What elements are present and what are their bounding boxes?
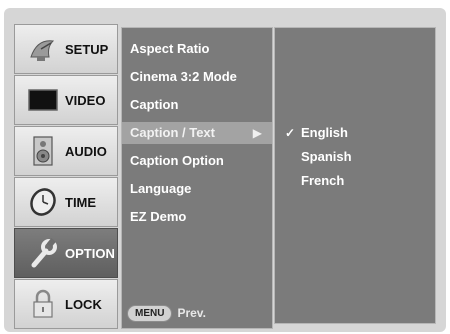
menu-item-caption[interactable]: Caption [122,94,272,116]
speaker-icon [25,135,61,167]
option-menu-panel: Aspect Ratio Cinema 3:2 Mode Caption Cap… [121,27,273,329]
tab-label: TIME [65,194,97,210]
menu-item-aspect-ratio[interactable]: Aspect Ratio [122,38,272,60]
menu-item-language[interactable]: Language [122,178,272,200]
prev-bar: MENU Prev. [121,302,273,324]
submenu-arrow-icon: ▶ [252,126,262,140]
clock-icon [25,186,61,218]
tab-video[interactable]: VIDEO [14,75,118,125]
padlock-icon [25,288,61,320]
tab-label: SETUP [65,41,109,57]
tab-label: OPTION [65,245,115,261]
tab-audio[interactable]: AUDIO [14,126,118,176]
caption-text-submenu: ✓ English Spanish French [274,27,436,324]
submenu-item-french[interactable]: French [275,170,435,192]
tab-option[interactable]: OPTION [14,228,118,278]
wrench-icon [25,237,61,269]
tab-column: SETUP VIDEO AUDIO TIME OPTION LOCK [14,24,118,329]
tab-time[interactable]: TIME [14,177,118,227]
menu-item-cinema-mode[interactable]: Cinema 3:2 Mode [122,66,272,88]
checkmark-icon: ✓ [285,126,296,140]
tab-setup[interactable]: SETUP [14,24,118,74]
submenu-item-english[interactable]: ✓ English [275,122,435,144]
tab-label: VIDEO [65,92,106,108]
tab-label: AUDIO [65,143,107,159]
tv-screen-icon [25,84,61,116]
menu-item-caption-option[interactable]: Caption Option [122,150,272,172]
satellite-dish-icon [25,33,61,65]
tab-label: LOCK [65,296,102,312]
menu-button[interactable]: MENU [127,304,173,322]
tab-lock[interactable]: LOCK [14,279,118,329]
menu-item-ez-demo[interactable]: EZ Demo [122,206,272,228]
submenu-item-spanish[interactable]: Spanish [275,146,435,168]
prev-label: Prev. [177,306,206,320]
menu-item-caption-text[interactable]: Caption / Text ▶ [122,122,272,144]
